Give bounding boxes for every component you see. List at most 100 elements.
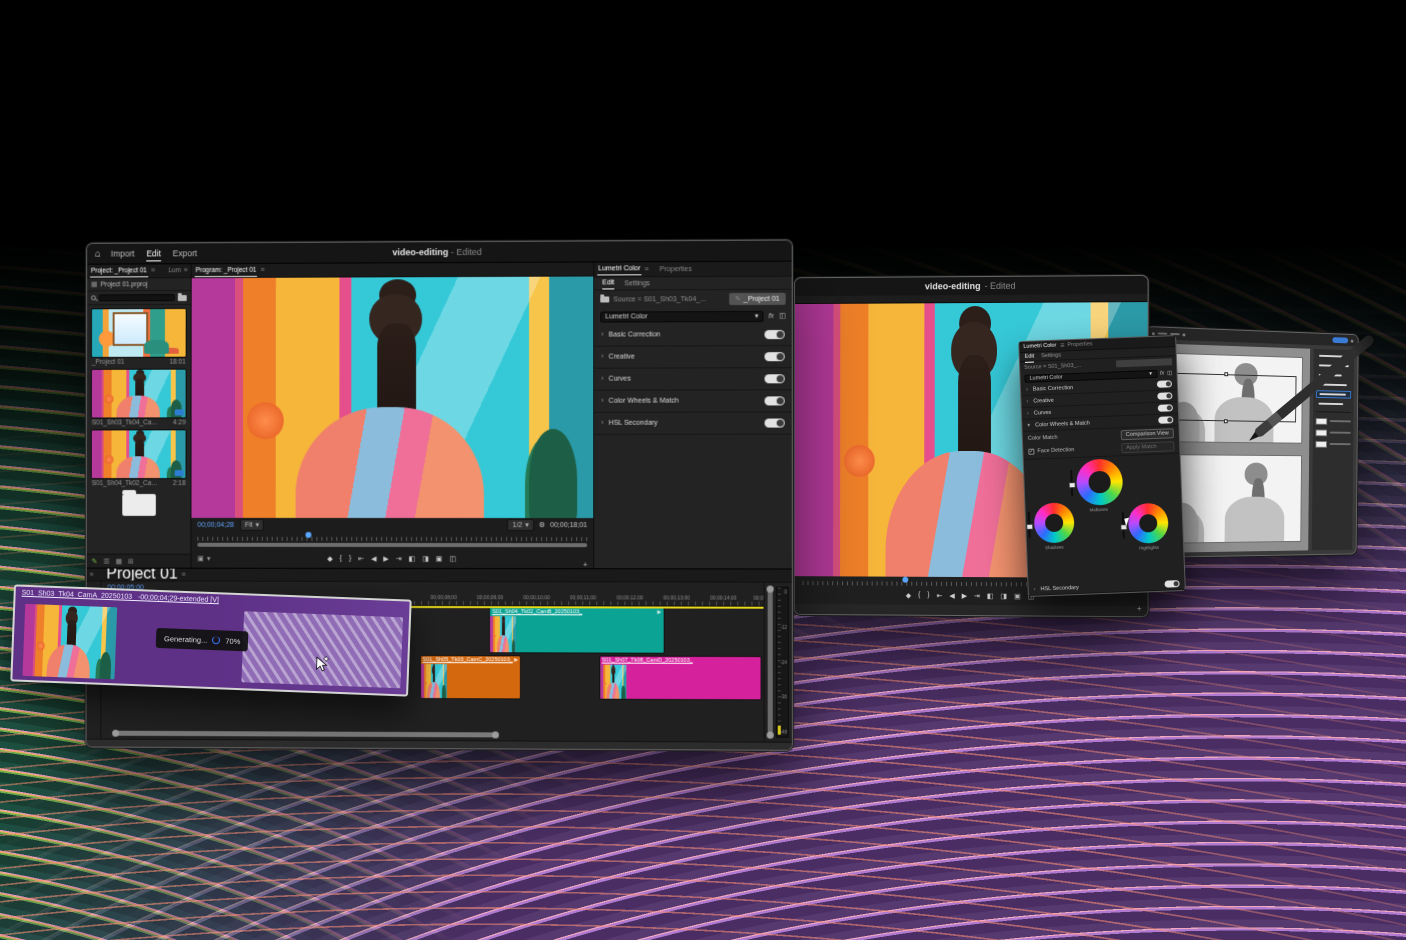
window-titlebar[interactable]: video-editing - Edited: [795, 276, 1148, 296]
pen-tool-icon[interactable]: ✎: [92, 557, 98, 565]
section-toggle[interactable]: [1164, 580, 1179, 588]
section-basic-correction[interactable]: › Basic Correction: [594, 324, 792, 347]
search-input[interactable]: [99, 294, 175, 301]
section-toggle[interactable]: [764, 352, 784, 361]
play-icon[interactable]: ▶: [962, 592, 967, 600]
mark-out-icon[interactable]: }: [927, 592, 929, 599]
shadows-color-wheel[interactable]: [1033, 502, 1075, 544]
panel-menu-icon[interactable]: ≡: [260, 267, 264, 274]
midtones-color-wheel[interactable]: [1076, 458, 1124, 506]
new-bin-folder-icon[interactable]: [178, 295, 187, 301]
section-toggle[interactable]: [1157, 392, 1172, 400]
button-editor-plus-icon[interactable]: +: [583, 562, 587, 569]
accept-button[interactable]: [1332, 337, 1348, 343]
settings-wrench-icon[interactable]: ⚙: [539, 521, 545, 529]
program-preview-video[interactable]: [191, 276, 593, 518]
timeline-clip-magenta[interactable]: S01_Sh07_Tk08_CamD_20250103_: [600, 657, 760, 700]
tab-project[interactable]: Project: _Project 01: [90, 265, 148, 277]
brush-preset[interactable]: [1316, 400, 1351, 408]
highlights-slider[interactable]: [1122, 512, 1125, 538]
panel-menu-icon[interactable]: ≡: [182, 571, 186, 578]
go-to-out-icon[interactable]: ⇥: [396, 554, 402, 562]
tab-properties[interactable]: Properties: [660, 266, 692, 273]
mark-in-icon[interactable]: {: [340, 555, 342, 562]
step-back-icon[interactable]: ◀: [371, 554, 376, 562]
playhead[interactable]: [306, 532, 312, 538]
section-toggle[interactable]: [1158, 416, 1173, 424]
tab-settings[interactable]: Settings: [624, 280, 649, 287]
resolution-select[interactable]: 1/2 ▾: [507, 519, 533, 531]
media-item[interactable]: _Project 01 18:01: [91, 308, 187, 366]
section-curves[interactable]: › Curves: [594, 368, 792, 391]
fit-select[interactable]: Fit ▾: [240, 519, 264, 531]
section-toggle[interactable]: [765, 419, 785, 428]
panel-menu-icon[interactable]: ≡: [645, 266, 649, 273]
bin-path-row[interactable]: ▦ Project 01.prproj: [87, 278, 191, 291]
layer-row[interactable]: [1316, 416, 1351, 426]
section-hsl-secondary[interactable]: › HSL Secondary: [594, 412, 792, 434]
timeline-horizontal-scrollbar[interactable]: [114, 731, 496, 738]
compare-icon[interactable]: ◫: [449, 555, 456, 563]
sequence-thumbnail[interactable]: [91, 308, 187, 358]
tab-lumetri-color[interactable]: Lumetri Color: [597, 263, 641, 275]
go-to-in-icon[interactable]: ⇤: [358, 554, 364, 562]
tab-overflow-icon[interactable]: »: [184, 267, 188, 274]
menu-export[interactable]: Export: [173, 246, 197, 260]
section-toggle[interactable]: [765, 396, 785, 405]
media-item[interactable]: S01_Sh04_Tk02_CamB_2025010... 2:18: [91, 429, 187, 487]
layer-row[interactable]: [1316, 428, 1351, 438]
timeline-clip-orange[interactable]: S01_Sh05_Tk03_CamC_20250103_ ▶: [420, 656, 519, 698]
play-icon[interactable]: ▶: [383, 554, 388, 562]
clip-thumbnail[interactable]: [91, 369, 187, 419]
icon-view-icon[interactable]: ▦: [115, 557, 122, 565]
panel-menu-icon[interactable]: ≡: [151, 267, 155, 274]
step-back-icon[interactable]: ◀: [949, 591, 954, 599]
face-detection-checkbox[interactable]: ✓ Face Detection: [1028, 445, 1121, 455]
generative-extend-clip[interactable]: S01_Sh03_Tk04_CamA_20250103_ -00;00;04;2…: [10, 584, 411, 696]
tab-settings[interactable]: Settings: [1041, 352, 1061, 359]
midtones-slider[interactable]: [1070, 470, 1073, 496]
monitor-settings-icon[interactable]: ▣: [197, 554, 204, 562]
list-view-icon[interactable]: ☰: [103, 557, 109, 565]
clip-thumbnail[interactable]: [91, 429, 187, 479]
home-icon[interactable]: ⌂: [95, 248, 101, 259]
comparison-view-button[interactable]: Comparison View: [1121, 428, 1174, 440]
go-to-out-icon[interactable]: ⇥: [974, 592, 980, 600]
fx-icon[interactable]: fx: [768, 312, 774, 319]
compare-view-icon[interactable]: ◫: [779, 312, 786, 320]
export-frame-icon[interactable]: ▣: [1014, 592, 1021, 600]
checkbox-icon[interactable]: ✓: [1028, 449, 1034, 455]
highlights-color-wheel[interactable]: [1127, 503, 1169, 545]
new-item-icon[interactable]: ⊞: [128, 557, 134, 565]
tab-program[interactable]: Program: _Project 01: [195, 264, 258, 276]
export-frame-icon[interactable]: ▣: [436, 555, 443, 563]
tab-lumetri-overflow[interactable]: Lum: [168, 267, 181, 274]
tab-properties[interactable]: Properties: [1067, 341, 1092, 348]
shadows-slider[interactable]: [1028, 512, 1031, 538]
chevron-down-icon[interactable]: ▾: [207, 554, 210, 562]
effect-select[interactable]: Lumetri Color ▾: [600, 310, 763, 322]
section-toggle[interactable]: [764, 330, 784, 339]
extract-icon[interactable]: ◨: [1001, 592, 1008, 600]
storyboard-frame-1[interactable]: [1158, 352, 1303, 443]
timeline-vertical-scrollbar[interactable]: [768, 587, 773, 738]
extract-icon[interactable]: ◨: [422, 554, 429, 562]
mark-out-icon[interactable]: }: [349, 555, 351, 562]
section-toggle[interactable]: [764, 374, 784, 383]
menu-edit[interactable]: Edit: [146, 246, 160, 261]
grid-view-icon[interactable]: ▦: [91, 280, 98, 288]
add-marker-icon[interactable]: ◆: [327, 554, 332, 562]
layer-row[interactable]: [1315, 439, 1350, 449]
target-sequence-chip[interactable]: ✎ _Project 01: [729, 293, 786, 305]
add-marker-icon[interactable]: ◆: [906, 591, 911, 599]
go-to-in-icon[interactable]: ⇤: [937, 591, 943, 599]
close-icon[interactable]: ×: [90, 571, 94, 578]
lift-icon[interactable]: ◧: [987, 592, 994, 600]
section-creative[interactable]: › Creative: [594, 346, 792, 369]
lift-icon[interactable]: ◧: [409, 554, 416, 562]
brush-preset-selected[interactable]: [1316, 390, 1351, 398]
target-input[interactable]: [1116, 358, 1172, 367]
panel-menu-icon[interactable]: ≡: [1060, 342, 1064, 349]
tab-edit[interactable]: Edit: [602, 277, 614, 289]
playhead[interactable]: [903, 577, 909, 583]
